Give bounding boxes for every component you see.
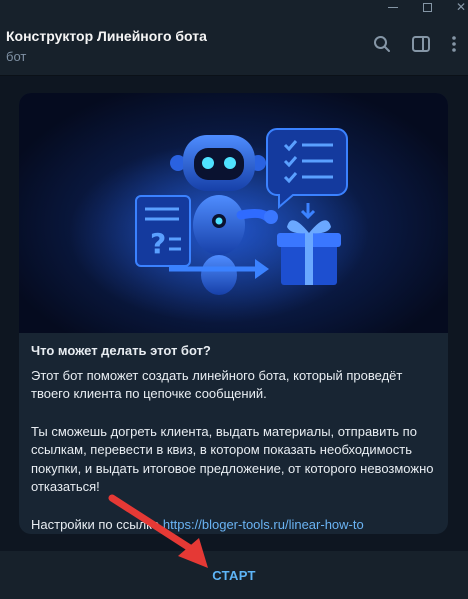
- window-controls: ✕: [0, 0, 468, 14]
- chat-area: ? Что может делать этот бот? Этот бот по…: [0, 77, 468, 551]
- minimize-icon[interactable]: [378, 0, 408, 14]
- start-button[interactable]: СТАРТ: [212, 568, 256, 583]
- search-icon[interactable]: [370, 32, 394, 56]
- bot-info-card: ? Что может делать этот бот? Этот бот по…: [19, 93, 448, 534]
- chat-header: Конструктор Линейного бота бот: [0, 14, 468, 76]
- card-heading: Что может делать этот бот?: [31, 343, 211, 358]
- close-icon[interactable]: ✕: [446, 0, 468, 14]
- bot-description: Что может делать этот бот? Этот бот помо…: [31, 342, 441, 534]
- bot-illustration: ?: [19, 93, 448, 333]
- start-bar[interactable]: СТАРТ: [0, 551, 468, 599]
- settings-line: Настройки по ссылке https://bloger-tools…: [31, 516, 441, 535]
- maximize-icon[interactable]: [412, 0, 442, 14]
- sidebar-panel-icon[interactable]: [409, 32, 433, 56]
- description-paragraph-1: Этот бот поможет создать линейного бота,…: [31, 367, 403, 402]
- settings-link[interactable]: https://bloger-tools.ru/linear-how-to: [163, 517, 364, 532]
- more-vertical-icon[interactable]: [442, 32, 466, 56]
- chat-title[interactable]: Конструктор Линейного бота: [6, 28, 207, 44]
- settings-prefix: Настройки по ссылке: [31, 516, 163, 532]
- chat-subtitle: бот: [6, 49, 27, 64]
- svg-text:?: ?: [150, 227, 166, 260]
- description-paragraph-2: Ты сможешь догреть клиента, выдать матер…: [31, 423, 434, 495]
